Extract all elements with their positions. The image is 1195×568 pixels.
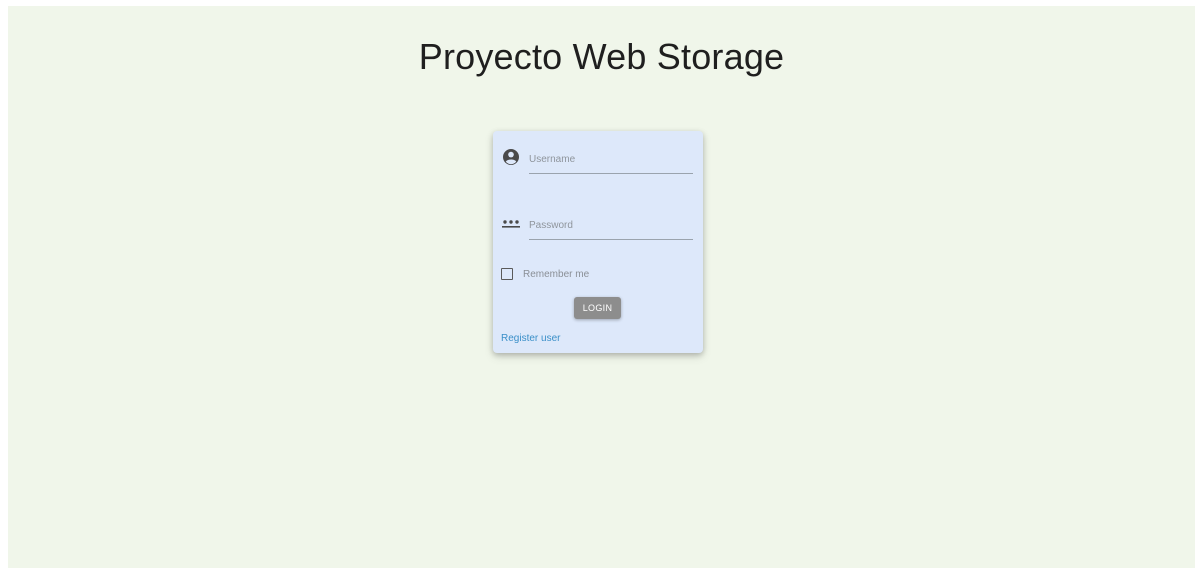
- login-button[interactable]: LOGIN: [574, 297, 621, 319]
- remember-me-checkbox[interactable]: [501, 268, 513, 280]
- remember-me-row[interactable]: Remember me: [501, 268, 651, 284]
- password-dots-icon: [501, 213, 521, 233]
- page-background: Proyecto Web Storage Username Remember m…: [8, 6, 1195, 568]
- username-input[interactable]: [529, 145, 693, 174]
- page-title: Proyecto Web Storage: [418, 36, 785, 77]
- login-card: Remember me LOGIN Register user: [493, 131, 703, 353]
- register-user-link[interactable]: Register user: [501, 333, 560, 344]
- password-row: [501, 211, 695, 241]
- remember-me-label: Remember me: [523, 269, 590, 280]
- account-circle-icon: [501, 147, 521, 167]
- username-row: [501, 145, 695, 175]
- password-input[interactable]: [529, 211, 693, 240]
